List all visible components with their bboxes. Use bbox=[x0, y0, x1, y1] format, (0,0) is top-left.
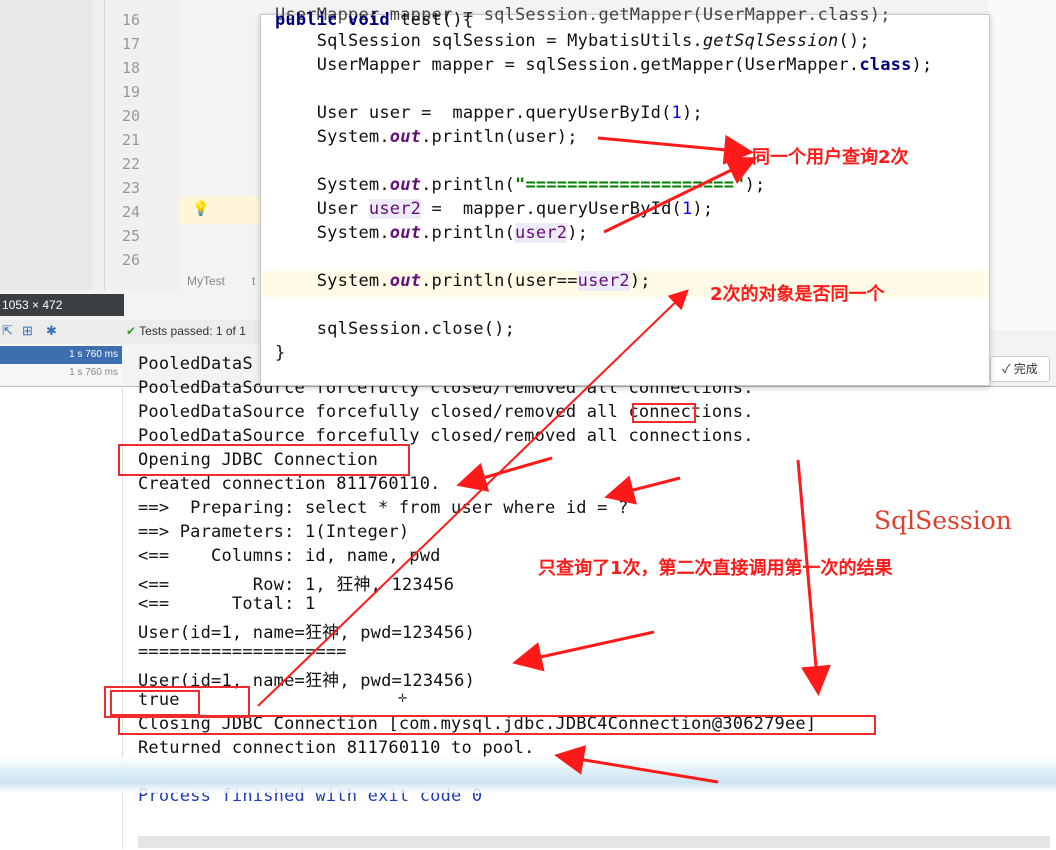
lightbulb-icon[interactable]: 💡 bbox=[192, 201, 209, 217]
console-line: PooledDataSource forcefully closed/remov… bbox=[138, 426, 754, 446]
tests-passed-label: Tests passed: 1 of 1 bbox=[139, 324, 246, 338]
crosshair-cursor-icon: ✛ bbox=[398, 688, 408, 706]
code-line-23: System.out.println("====================… bbox=[275, 175, 766, 195]
console-line: User(id=1, name=狂神, pwd=123456) bbox=[138, 623, 476, 643]
code-line-21: System.out.println(user); bbox=[275, 127, 578, 147]
code-closing-brace: } bbox=[275, 343, 286, 363]
code-line-29: sqlSession.close(); bbox=[275, 319, 516, 339]
layout-icon[interactable]: ⊞ bbox=[22, 323, 33, 339]
line-number: 16 bbox=[121, 11, 140, 29]
highlight-box-closing bbox=[118, 715, 876, 735]
console-line: Created connection 811760110. bbox=[138, 474, 441, 494]
annotation-same-user-twice: 同一个用户查询2次 bbox=[752, 147, 909, 168]
done-button[interactable]: ✓ 完成 bbox=[990, 356, 1050, 382]
code-line-24: User user2 = mapper.queryUserById(1); bbox=[275, 199, 714, 219]
check-circle-icon: ✔ bbox=[126, 324, 140, 338]
line-number: 21 bbox=[121, 131, 140, 149]
highlight-box-opening bbox=[118, 444, 410, 476]
console-line: <== Row: 1, 狂神, 123456 bbox=[138, 575, 455, 595]
run-toolbar: ⇱ ⊞ ✱ ✔ Tests passed: 1 of 1 bbox=[0, 320, 260, 344]
run-config-suffix: t bbox=[252, 274, 256, 288]
video-overlay-band bbox=[0, 757, 1056, 793]
horizontal-scrollbar[interactable] bbox=[138, 836, 1050, 848]
line-number: 17 bbox=[121, 35, 140, 53]
code-method-signature: public void test(){ bbox=[275, 10, 474, 30]
line-number: 23 bbox=[121, 179, 140, 197]
console-line: <== Columns: id, name, pwd bbox=[138, 546, 441, 566]
annotation-same-object: 2次的对象是否同一个 bbox=[710, 284, 885, 305]
test-run-list: 1 s 760 ms 1 s 760 ms bbox=[0, 344, 122, 384]
tests-passed-status: ✔ Tests passed: 1 of 1 bbox=[126, 324, 246, 338]
line-number: 22 bbox=[121, 155, 140, 173]
console-line: ==================== bbox=[138, 642, 347, 662]
editor-gutter bbox=[0, 0, 178, 290]
line-number: 25 bbox=[121, 227, 140, 245]
stop-icon[interactable]: ⇱ bbox=[2, 323, 13, 339]
code-line-27: System.out.println(user==user2); bbox=[275, 271, 651, 291]
test-row-selected[interactable]: 1 s 760 ms bbox=[0, 346, 122, 364]
code-snippet-popup: UserMapper mapper = sqlSession.getMapper… bbox=[260, 5, 990, 386]
test-row[interactable]: 1 s 760 ms bbox=[0, 364, 122, 382]
run-config-tab[interactable]: MyTest t bbox=[150, 270, 260, 292]
console-line: Returned connection 811760110 to pool. bbox=[138, 738, 535, 758]
line-number: 19 bbox=[121, 83, 140, 101]
line-number: 18 bbox=[121, 59, 140, 77]
annotation-sqlsession: SqlSession bbox=[874, 506, 1012, 535]
code-line-20: User user = mapper.queryUserById(1); bbox=[275, 103, 703, 123]
code-line-25: System.out.println(user2); bbox=[275, 223, 589, 243]
run-config-label: MyTest bbox=[187, 274, 226, 288]
line-number: 24 bbox=[121, 203, 140, 221]
console-line: ==> Preparing: select * from user where … bbox=[138, 498, 629, 518]
highlight-box-true-inner bbox=[110, 690, 200, 716]
console-line-partial: PooledDataS bbox=[138, 354, 253, 374]
dimension-overlay: 1053 × 472 bbox=[0, 294, 124, 316]
annotation-queried-once: 只查询了1次，第二次直接调用第一次的结果 bbox=[538, 558, 893, 579]
line-number: 20 bbox=[121, 107, 140, 125]
gear-icon[interactable]: ✱ bbox=[46, 323, 57, 339]
line-number: 26 bbox=[121, 251, 140, 269]
code-line-18: UserMapper mapper = sqlSession.getMapper… bbox=[275, 55, 933, 75]
code-line-17: SqlSession sqlSession = MybatisUtils.get… bbox=[275, 31, 870, 51]
gutter-separator bbox=[104, 0, 105, 290]
highlight-box-small bbox=[632, 403, 696, 423]
editor-right-area bbox=[988, 0, 1056, 330]
console-line: ==> Parameters: 1(Integer) bbox=[138, 522, 410, 542]
project-panel-strip bbox=[0, 0, 92, 290]
console-line: <== Total: 1 bbox=[138, 594, 316, 614]
